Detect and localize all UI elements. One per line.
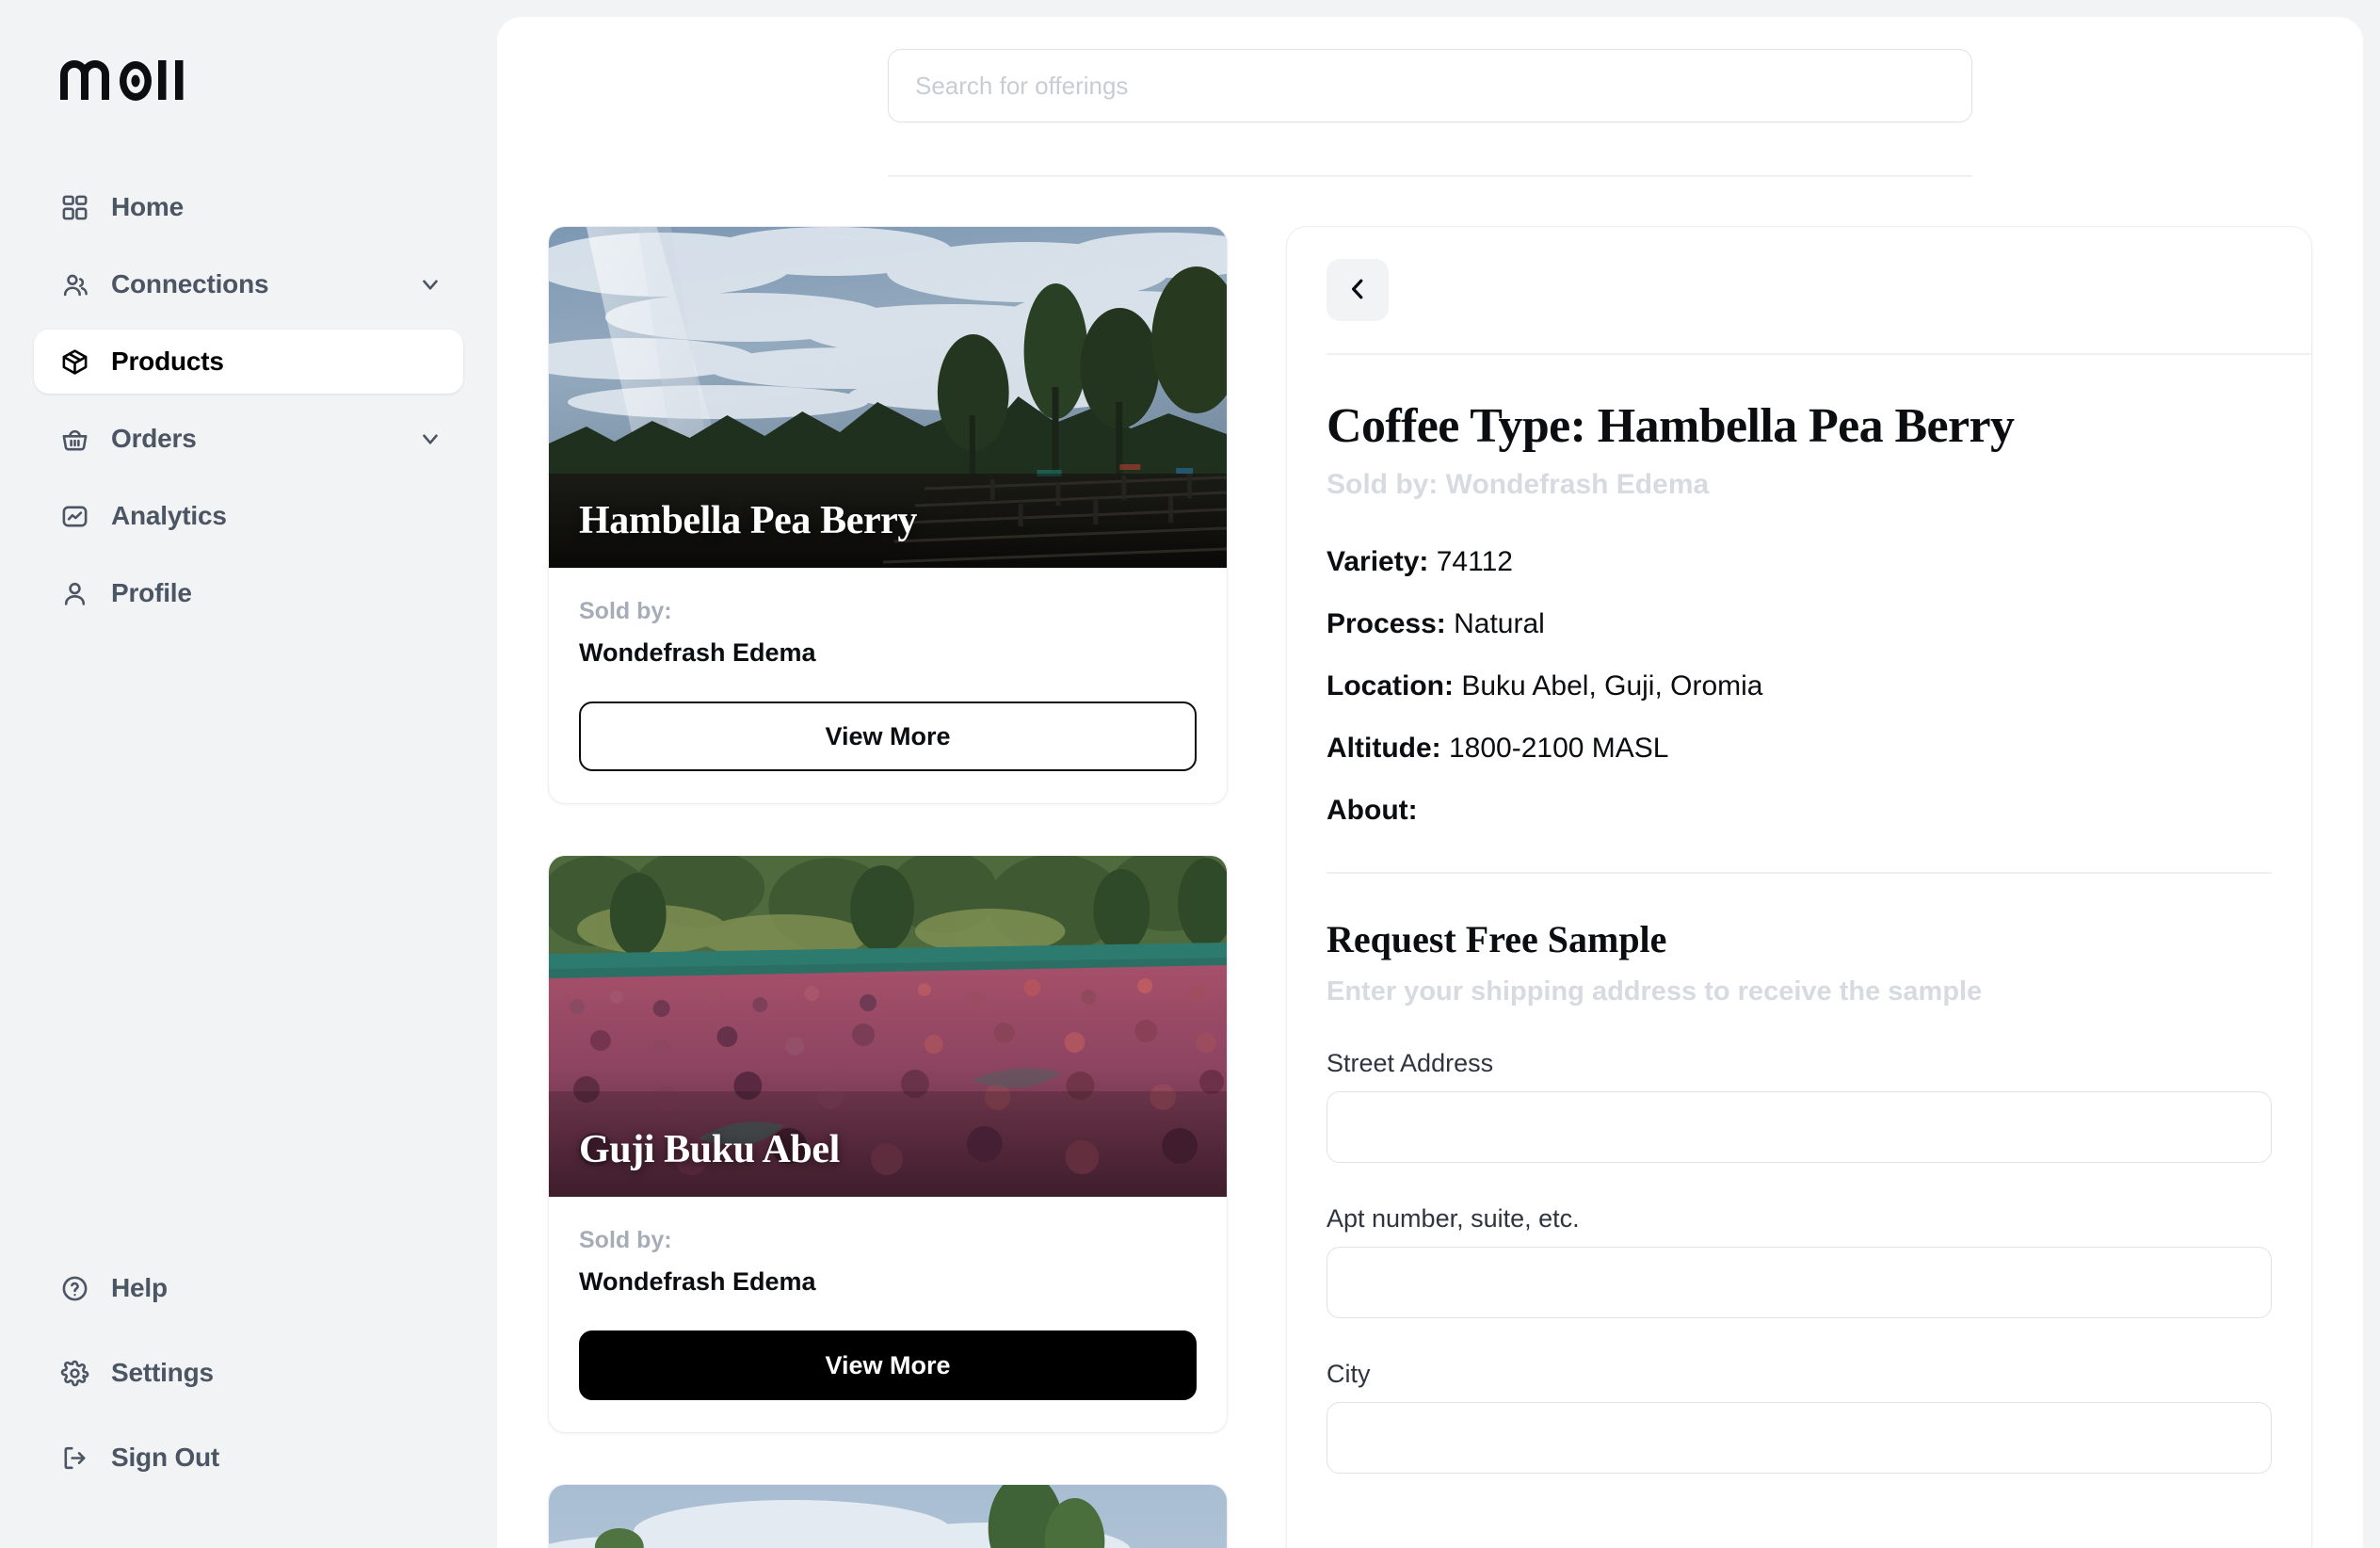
spec-key: Altitude: <box>1327 733 1441 764</box>
basket-icon <box>58 423 90 455</box>
sidebar-item-sign-out[interactable]: Sign Out <box>34 1426 463 1490</box>
sold-by-label: Sold by: <box>579 598 672 624</box>
seller-name: Wondefrash Edema <box>579 638 816 667</box>
app-root: Home Connections Products Orders Analyti… <box>0 0 2380 1548</box>
spec-key: About: <box>1327 795 1418 826</box>
chevron-down-icon[interactable] <box>418 427 442 451</box>
view-more-button[interactable]: View More <box>579 1330 1197 1400</box>
brand-logo[interactable] <box>34 49 463 105</box>
chevron-left-icon <box>1343 275 1372 306</box>
user-icon <box>58 577 90 609</box>
city-field-group: City <box>1327 1360 2272 1474</box>
primary-nav: Home Connections Products Orders Analyti… <box>34 175 463 625</box>
sidebar-item-home[interactable]: Home <box>34 175 463 239</box>
top-bar <box>497 17 2363 177</box>
content-area: Hambella Pea Berry Sold by: Wondefrash E… <box>497 177 2363 1548</box>
sidebar-item-settings[interactable]: Settings <box>34 1341 463 1405</box>
sign-out-icon <box>58 1442 90 1474</box>
sidebar-item-connections[interactable]: Connections <box>34 252 463 316</box>
sidebar-item-label: Orders <box>111 424 197 453</box>
spec-row: Process: Natural <box>1327 608 2272 640</box>
sidebar-item-profile[interactable]: Profile <box>34 561 463 625</box>
spec-value: 1800-2100 MASL <box>1448 733 1669 764</box>
product-card-body: Sold by: Wondefrash Edema View More <box>549 1197 1227 1432</box>
seller-name: Wondefrash Edema <box>579 1267 816 1296</box>
users-icon <box>58 268 90 300</box>
view-more-button[interactable]: View More <box>579 701 1197 771</box>
product-image: Guji Buku Abel <box>549 856 1227 1197</box>
sidebar-item-analytics[interactable]: Analytics <box>34 484 463 548</box>
sky-with-trees-image <box>549 1485 1227 1548</box>
sidebar-item-label: Profile <box>111 578 192 607</box>
detail-seller: Sold by: Wondefrash Edema <box>1327 469 1710 500</box>
question-circle-icon <box>58 1272 90 1304</box>
gear-icon <box>58 1357 90 1389</box>
street-address-input[interactable] <box>1327 1091 2272 1163</box>
product-card[interactable]: Guji Buku Abel Sold by: Wondefrash Edema… <box>548 855 1228 1433</box>
topbar-divider <box>888 175 1972 177</box>
sidebar-item-label: Connections <box>111 269 269 298</box>
back-button[interactable] <box>1327 259 1389 321</box>
product-detail-panel: Coffee Type: Hambella Pea Berry Sold by:… <box>1286 226 2312 1548</box>
moii-wordmark-icon <box>60 60 184 101</box>
spec-row: Altitude: 1800-2100 MASL <box>1327 733 2272 765</box>
apt-number-input[interactable] <box>1327 1247 2272 1318</box>
page-title: Coffee Type: Hambella Pea Berry <box>1327 399 2015 453</box>
sold-by-label: Sold by: <box>579 1227 672 1253</box>
sample-form-title: Request Free Sample <box>1327 918 1667 960</box>
city-label: City <box>1327 1360 1371 1388</box>
spec-row: Variety: 74112 <box>1327 546 2272 578</box>
sample-form-subtitle: Enter your shipping address to receive t… <box>1327 976 1983 1007</box>
apt-number-field-group: Apt number, suite, etc. <box>1327 1204 2272 1318</box>
main-panel: Hambella Pea Berry Sold by: Wondefrash E… <box>497 17 2363 1548</box>
product-image: Hambella Pea Berry <box>549 227 1227 568</box>
sidebar-item-label: Home <box>111 192 184 221</box>
search-input[interactable] <box>888 49 1972 122</box>
detail-divider <box>1327 353 2311 355</box>
product-card[interactable]: Hambella Pea Berry Sold by: Wondefrash E… <box>548 226 1228 804</box>
sidebar-item-label: Analytics <box>111 501 227 530</box>
spec-value: Buku Abel, Guji, Oromia <box>1461 670 1763 701</box>
sidebar-item-products[interactable]: Products <box>34 330 463 394</box>
chevron-down-icon[interactable] <box>418 272 442 297</box>
product-list: Hambella Pea Berry Sold by: Wondefrash E… <box>548 226 1228 1548</box>
product-image <box>549 1485 1227 1548</box>
secondary-nav: Help Settings Sign Out <box>34 1256 463 1548</box>
sidebar-item-label: Settings <box>111 1358 214 1387</box>
spec-row: About: <box>1327 795 2272 827</box>
chart-icon <box>58 500 90 532</box>
apt-number-label: Apt number, suite, etc. <box>1327 1204 1580 1233</box>
spec-row: Location: Buku Abel, Guji, Oromia <box>1327 670 2272 702</box>
street-address-label: Street Address <box>1327 1049 1494 1077</box>
package-icon <box>58 346 90 378</box>
spec-value: Natural <box>1454 608 1545 639</box>
street-address-field-group: Street Address <box>1327 1049 2272 1163</box>
spec-key: Location: <box>1327 670 1454 701</box>
spec-value: 74112 <box>1436 546 1513 577</box>
sidebar: Home Connections Products Orders Analyti… <box>0 0 497 1548</box>
city-input[interactable] <box>1327 1402 2272 1474</box>
product-card[interactable]: Sold by: View More <box>548 1484 1228 1548</box>
grid-icon <box>58 191 90 223</box>
spec-list: Variety: 74112 Process: Natural Location… <box>1327 546 2272 827</box>
section-divider <box>1327 872 2272 874</box>
spec-key: Process: <box>1327 608 1446 639</box>
sidebar-item-label: Products <box>111 347 224 376</box>
product-card-body: Sold by: Wondefrash Edema View More <box>549 568 1227 803</box>
sidebar-item-help[interactable]: Help <box>34 1256 463 1320</box>
sidebar-item-label: Help <box>111 1273 168 1302</box>
sidebar-item-orders[interactable]: Orders <box>34 407 463 471</box>
sidebar-item-label: Sign Out <box>111 1443 220 1472</box>
product-title: Hambella Pea Berry <box>579 499 918 542</box>
spec-key: Variety: <box>1327 546 1429 577</box>
product-title: Guji Buku Abel <box>579 1128 840 1171</box>
